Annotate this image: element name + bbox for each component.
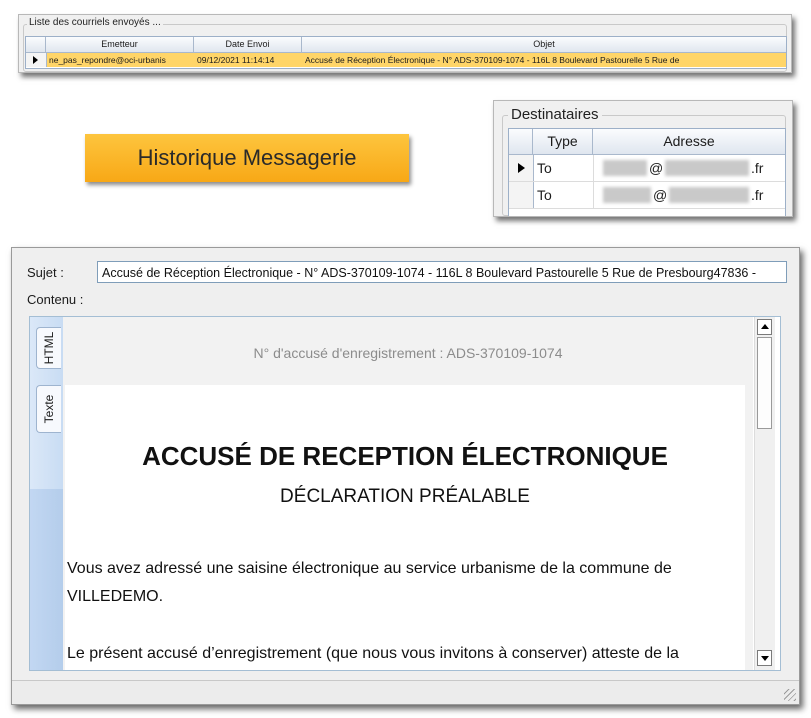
- status-bar: [12, 680, 799, 704]
- row-selector[interactable]: [509, 182, 534, 208]
- vertical-scrollbar[interactable]: [754, 317, 775, 670]
- arrow-down-icon: [761, 656, 769, 661]
- cell-adresse[interactable]: @ .fr: [595, 185, 781, 205]
- recipients-header: Type Adresse: [509, 129, 785, 155]
- column-header-type[interactable]: Type: [533, 129, 593, 154]
- historique-messagerie-banner: Historique Messagerie: [85, 134, 409, 182]
- redacted-text: [669, 187, 749, 203]
- address-at: @: [649, 160, 664, 176]
- subject-field[interactable]: Accusé de Réception Électronique - N° AD…: [97, 261, 787, 283]
- view-tabs: HTML Texte: [30, 317, 64, 670]
- column-divider: [593, 182, 594, 208]
- current-row-icon: [33, 56, 38, 64]
- sent-emails-panel: Liste des courriels envoyés ... Emetteur…: [18, 14, 792, 73]
- resize-grip-icon[interactable]: [784, 689, 796, 701]
- sent-emails-title: Liste des courriels envoyés ...: [27, 17, 163, 28]
- scroll-thumb[interactable]: [757, 337, 772, 429]
- body-paragraph-2: Le présent accusé d’enregistrement (que …: [67, 645, 679, 662]
- tab-strip-lower: [30, 489, 63, 670]
- redacted-text: [603, 187, 651, 203]
- cell-objet[interactable]: Accusé de Réception Électronique - N° AD…: [302, 53, 786, 67]
- content-viewer: HTML Texte N° d'accusé d'enregistrement …: [29, 316, 781, 671]
- scroll-up-button[interactable]: [757, 319, 772, 335]
- table-row[interactable]: To @ .fr: [509, 155, 785, 182]
- table-row[interactable]: ne_pas_repondre@oci-urbanis 09/12/2021 1…: [26, 53, 786, 67]
- cell-date-envoi[interactable]: 09/12/2021 11:14:14: [194, 53, 302, 67]
- recipients-panel: Destinataires Type Adresse To @ .fr To @: [493, 100, 793, 217]
- tab-html-label: HTML: [42, 331, 56, 365]
- table-row[interactable]: To @ .fr: [509, 182, 785, 209]
- redacted-text: [665, 160, 749, 176]
- header-corner: [26, 37, 46, 52]
- arrow-up-icon: [761, 324, 769, 329]
- row-selector[interactable]: [509, 155, 534, 181]
- cell-type[interactable]: To: [537, 182, 552, 208]
- cell-emetteur[interactable]: ne_pas_repondre@oci-urbanis: [46, 53, 194, 67]
- recipients-table[interactable]: Type Adresse To @ .fr To @ .fr: [508, 128, 786, 216]
- body-subheading: DÉCLARATION PRÉALABLE: [280, 486, 530, 507]
- header-corner: [509, 129, 533, 154]
- redacted-text: [603, 160, 647, 176]
- column-divider: [593, 155, 594, 181]
- sent-emails-header: Emetteur Date Envoi Objet: [26, 37, 786, 53]
- cell-type[interactable]: To: [537, 155, 552, 181]
- cell-adresse[interactable]: @ .fr: [595, 158, 781, 178]
- scroll-down-button[interactable]: [757, 650, 772, 666]
- address-tld: .fr: [751, 160, 764, 176]
- tab-texte[interactable]: Texte: [36, 385, 61, 433]
- tab-texte-label: Texte: [42, 394, 56, 424]
- row-selector[interactable]: [26, 53, 47, 67]
- message-detail-window: Sujet : Accusé de Réception Électronique…: [11, 247, 800, 705]
- address-at: @: [653, 187, 668, 203]
- sent-emails-table[interactable]: Emetteur Date Envoi Objet ne_pas_repondr…: [25, 36, 787, 69]
- content-label: Contenu :: [27, 292, 84, 307]
- message-body[interactable]: N° d'accusé d'enregistrement : ADS-37010…: [63, 317, 753, 670]
- current-row-icon: [518, 163, 525, 173]
- recipients-title: Destinataires: [508, 106, 602, 123]
- ack-number: N° d'accusé d'enregistrement : ADS-37010…: [253, 345, 563, 361]
- body-paragraph-1: Vous avez adressé une saisine électroniq…: [67, 560, 672, 605]
- subject-label: Sujet :: [27, 265, 64, 280]
- column-header-adresse[interactable]: Adresse: [593, 129, 785, 154]
- column-header-date-envoi[interactable]: Date Envoi: [194, 37, 302, 52]
- column-header-emetteur[interactable]: Emetteur: [46, 37, 194, 52]
- tab-html[interactable]: HTML: [36, 327, 61, 369]
- address-tld: .fr: [751, 187, 764, 203]
- body-heading: ACCUSÉ DE RECEPTION ÉLECTRONIQUE: [142, 441, 668, 471]
- body-card: ACCUSÉ DE RECEPTION ÉLECTRONIQUE DÉCLARA…: [65, 385, 745, 670]
- column-header-objet[interactable]: Objet: [302, 37, 786, 52]
